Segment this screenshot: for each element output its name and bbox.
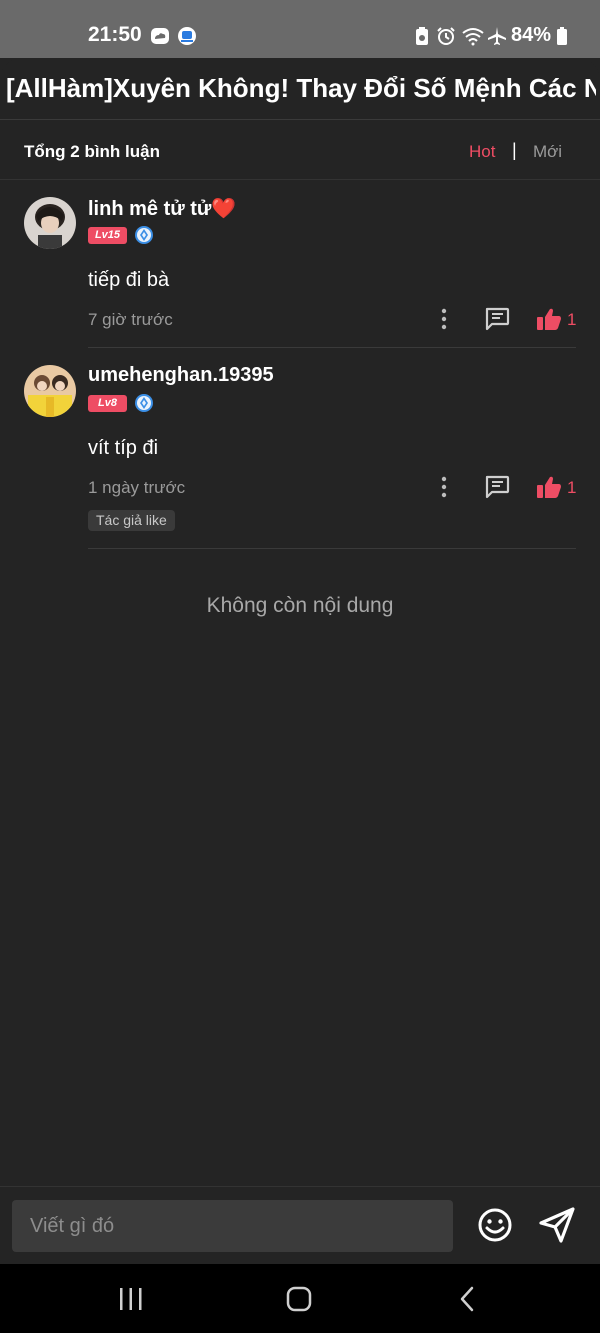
avatar[interactable]: [24, 365, 76, 417]
comment-input[interactable]: [12, 1200, 453, 1252]
sort-divider: |: [512, 140, 517, 160]
comment-text: vít típ đi: [88, 437, 159, 459]
comment-timestamp: 7 giờ trước: [88, 310, 173, 329]
verified-icon: [135, 226, 153, 244]
send-icon[interactable]: [537, 1205, 577, 1245]
like-count: 1: [567, 310, 577, 329]
comment-timestamp: 1 ngày trước: [88, 478, 186, 497]
comment-item: umehenghan.19395 Lv8 vít típ đi 1 ngày t…: [0, 348, 600, 549]
sort-new-tab[interactable]: Mới: [533, 142, 562, 162]
avatar[interactable]: [24, 197, 76, 249]
sort-hot-tab[interactable]: Hot: [469, 142, 495, 162]
battery-saver-icon: [416, 27, 428, 45]
comment-composer: [0, 1186, 600, 1264]
screen: 21:50 84% [AllHàm]Xuyên Không! Thay Đổi …: [0, 0, 600, 1333]
comment-text: tiếp đi bà: [88, 269, 170, 291]
like-icon[interactable]: [536, 475, 562, 499]
emoji-icon[interactable]: [477, 1207, 513, 1243]
title-bar: [AllHàm]Xuyên Không! Thay Đổi Số Mệnh Cá…: [0, 58, 600, 120]
comment-username[interactable]: umehenghan.19395: [88, 364, 274, 387]
airplane-icon: [488, 27, 506, 45]
app-icon: [178, 27, 196, 45]
comment-username[interactable]: linh mê tử tử❤️: [88, 196, 236, 221]
alarm-icon: [437, 27, 455, 45]
comment-total: Tổng 2 bình luận: [24, 142, 160, 161]
comment-divider: [88, 548, 576, 549]
comment-item: linh mê tử tử❤️ Lv15 tiếp đi bà 7 giờ tr…: [0, 180, 600, 348]
like-count: 1: [567, 478, 577, 497]
level-badge: Lv8: [88, 395, 127, 412]
more-options-icon[interactable]: [436, 308, 452, 330]
reply-icon[interactable]: [484, 475, 510, 499]
recent-apps-icon[interactable]: [118, 1288, 144, 1310]
comments-header: Tổng 2 bình luận Hot | Mới: [0, 120, 600, 180]
status-bar: 21:50 84%: [0, 0, 600, 58]
reply-icon[interactable]: [484, 307, 510, 331]
verified-icon: [135, 394, 153, 412]
status-time: 21:50: [88, 23, 142, 46]
more-options-icon[interactable]: [436, 476, 452, 498]
cloud-icon: [151, 28, 169, 44]
system-navigation-bar: [0, 1264, 600, 1333]
author-like-tag: Tác giả like: [88, 510, 175, 531]
home-icon[interactable]: [286, 1286, 312, 1312]
page-title: [AllHàm]Xuyên Không! Thay Đổi Số Mệnh Cá…: [6, 73, 596, 103]
back-icon[interactable]: [458, 1286, 476, 1312]
like-icon[interactable]: [536, 307, 562, 331]
battery-percentage: 84%: [511, 24, 552, 46]
battery-icon: [557, 27, 567, 45]
wifi-icon: [462, 28, 484, 46]
end-of-list-message: Không còn nội dung: [206, 594, 394, 617]
level-badge: Lv15: [88, 227, 127, 244]
